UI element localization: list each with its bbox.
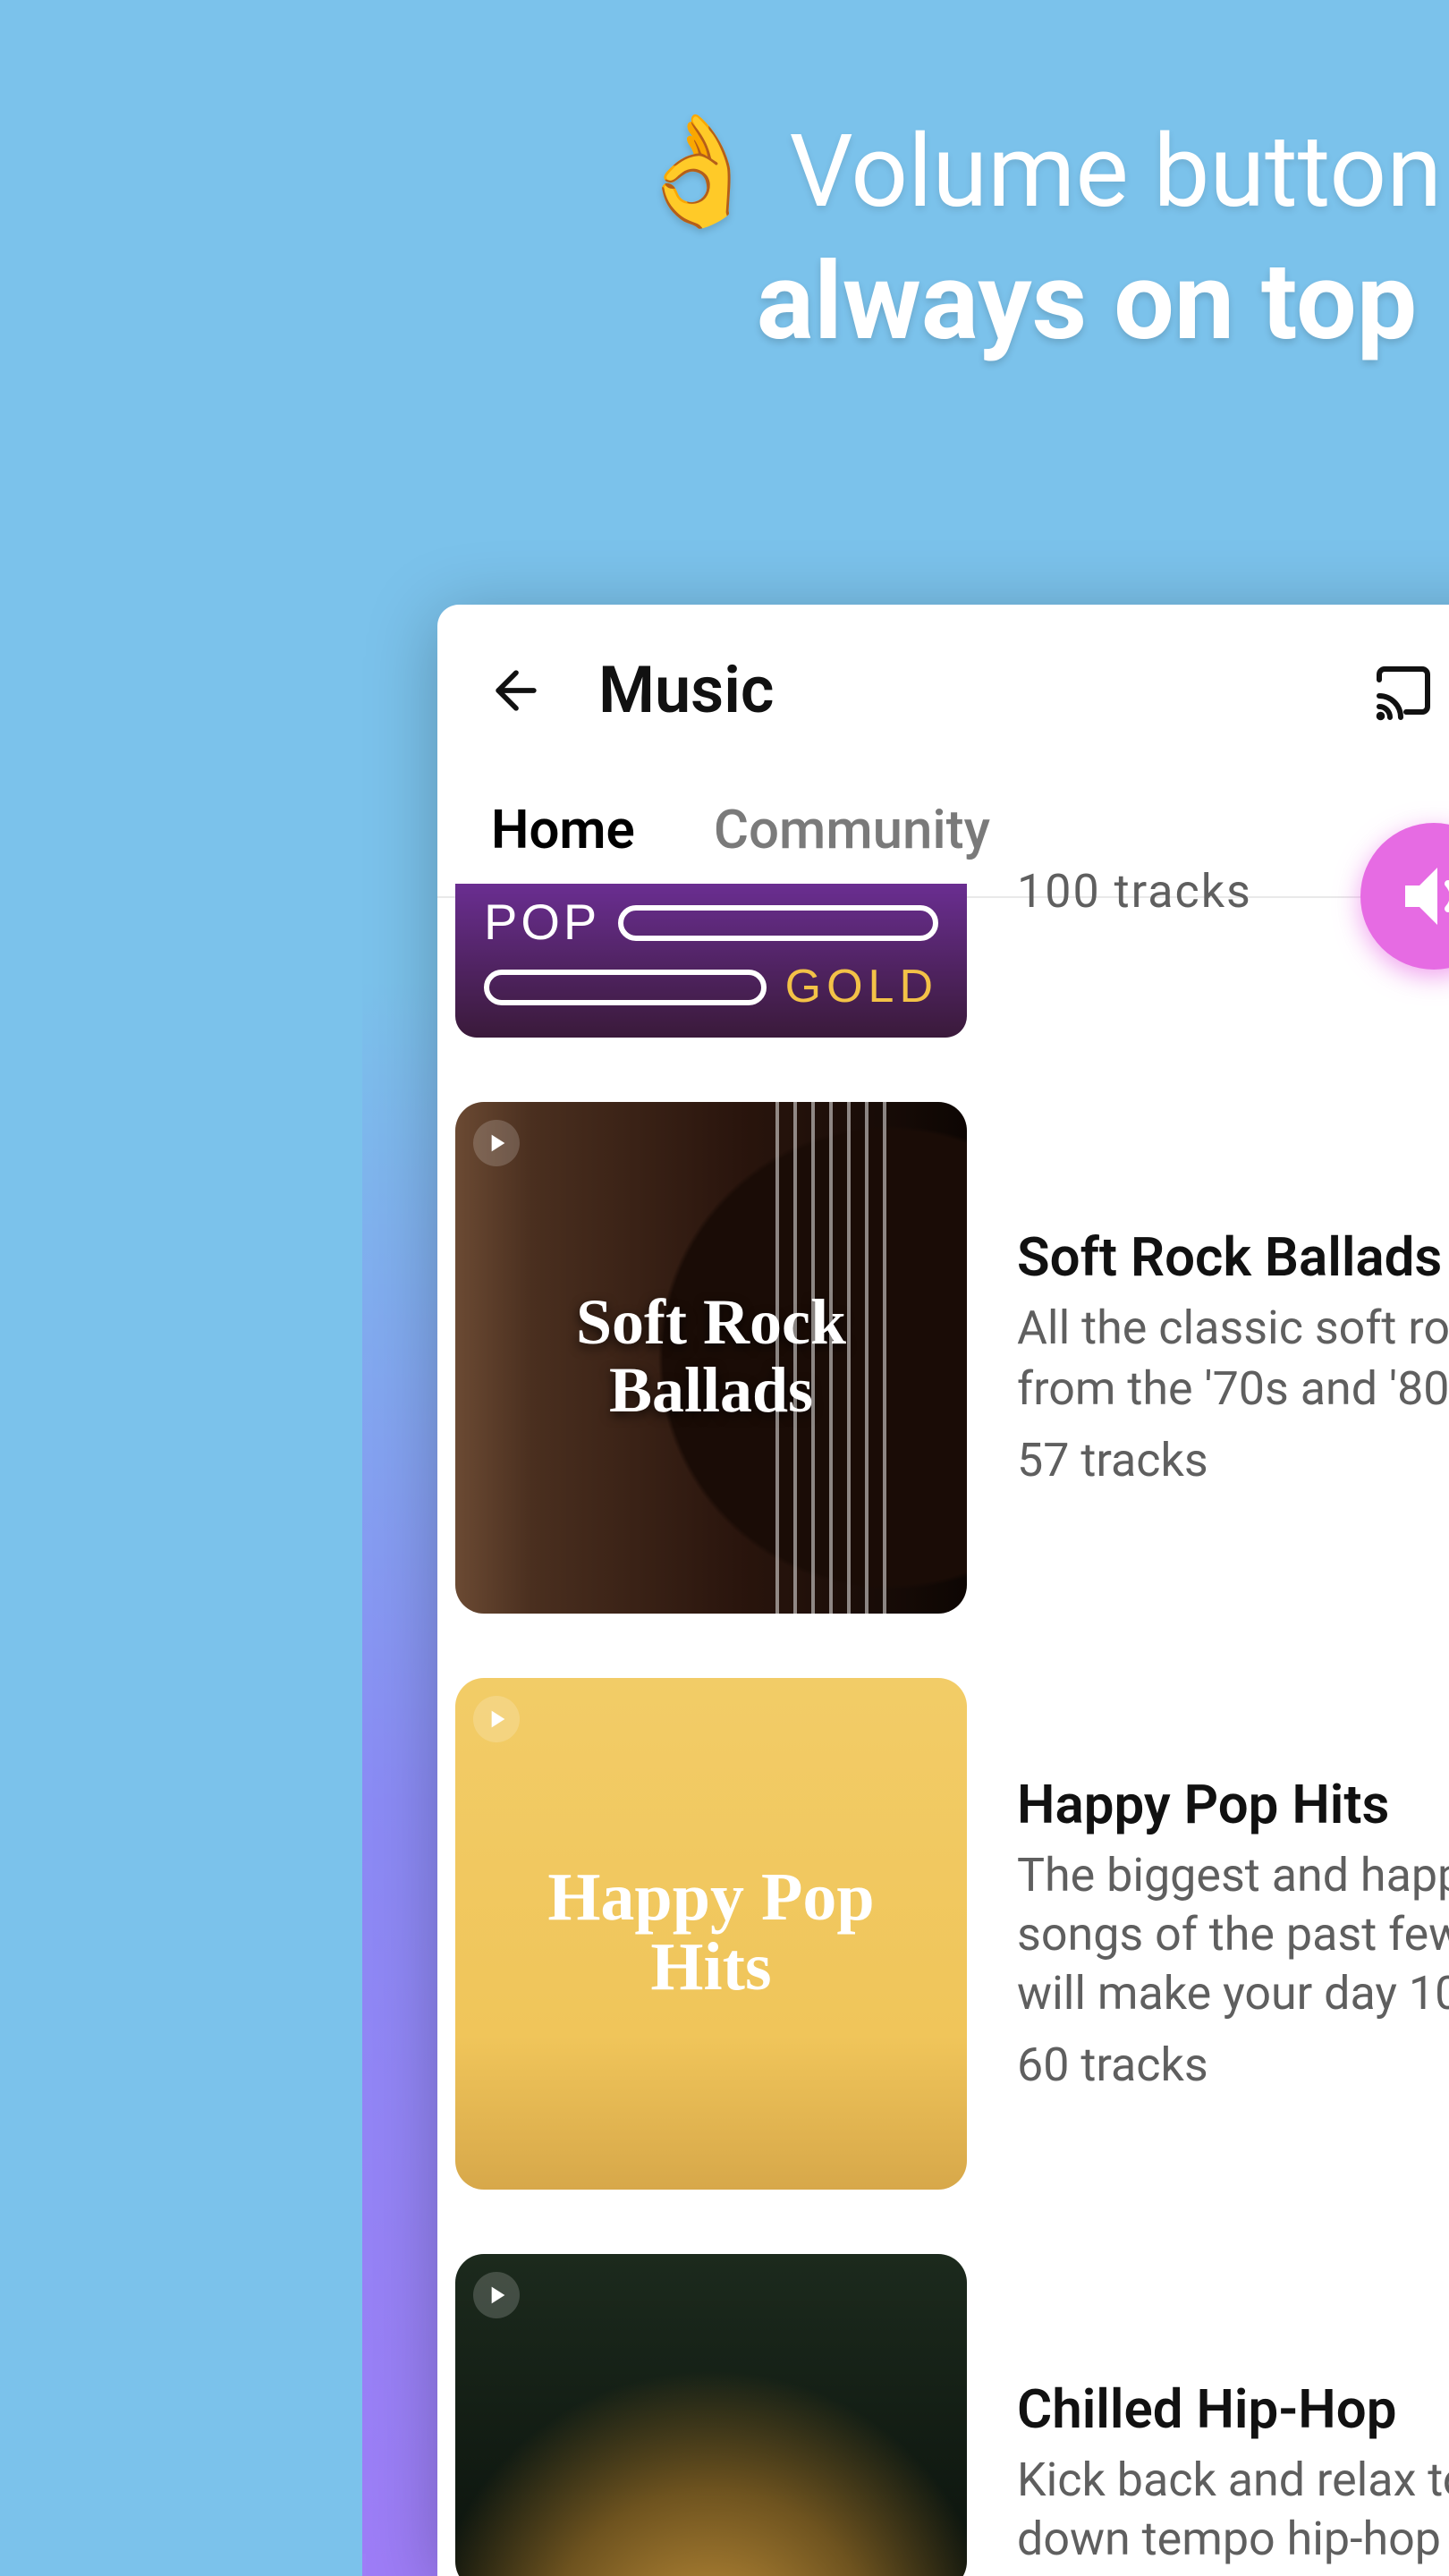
playlist-tracks: 60 tracks xyxy=(1017,2040,1449,2094)
playlist-cover-pop-gold[interactable]: POP GOLD xyxy=(455,884,967,1038)
playlist-row[interactable]: Chilled Hip-Hop Kick back and relax to t… xyxy=(455,2222,1449,2576)
play-badge-icon xyxy=(473,1120,520,1166)
playlist-tracks: 57 tracks xyxy=(1017,1435,1449,1488)
back-button[interactable] xyxy=(470,644,563,737)
app-screen: Music Home Community xyxy=(437,605,1449,2576)
app-bar: Music xyxy=(437,605,1449,776)
playlist-desc: Kick back and relax to these down tempo … xyxy=(1017,2453,1449,2572)
cover-text: POP xyxy=(484,894,600,952)
playlist-cover-soft-rock[interactable]: Soft Rock Ballads xyxy=(455,1102,967,1614)
playlist-cover-hiphop[interactable] xyxy=(455,2254,967,2576)
cast-button[interactable] xyxy=(1346,633,1449,748)
promo-line1: Volume button is xyxy=(789,112,1449,230)
cast-icon xyxy=(1371,658,1436,723)
playlist-name: Chilled Hip-Hop xyxy=(1017,2379,1449,2442)
promo-line2: always on top xyxy=(362,238,1449,365)
app-title: Music xyxy=(598,653,774,728)
decor-pill xyxy=(618,905,938,941)
cover-text: GOLD xyxy=(785,959,938,1014)
playlist-name: Happy Pop Hits xyxy=(1017,1774,1449,1836)
playlist-row[interactable]: Soft Rock Ballads Soft Rock Ballads All … xyxy=(455,1070,1449,1646)
play-badge-icon xyxy=(473,2272,520,2318)
playlist-row[interactable]: POP GOLD 100 tracks xyxy=(455,884,1449,1070)
cover-label: Happy Pop Hits xyxy=(547,1865,874,2004)
playlist-cover-happy-pop[interactable]: Happy Pop Hits xyxy=(455,1678,967,2190)
playlist-name: Soft Rock Ballads xyxy=(1017,1227,1449,1290)
play-badge-icon xyxy=(473,1696,520,1742)
volume-icon xyxy=(1391,853,1449,939)
playlist-row[interactable]: Happy Pop Hits Happy Pop Hits The bigges… xyxy=(455,1646,1449,2222)
playlist-desc: The biggest and happiest hit songs of th… xyxy=(1017,1847,1449,2026)
promo-heading: 👌 Volume button is always on top xyxy=(362,107,1449,365)
promo-frame: 👌 Volume button is always on top Music xyxy=(362,0,1449,2576)
cover-label: Soft Rock Ballads xyxy=(576,1290,846,1425)
tab-home[interactable]: Home xyxy=(491,782,635,896)
decor-pill xyxy=(484,969,767,1004)
playlist-desc: All the classic soft rock ballads from t… xyxy=(1017,1301,1449,1419)
ok-hand-emoji: 👌 xyxy=(631,107,764,234)
tab-community[interactable]: Community xyxy=(714,782,990,896)
arrow-left-icon xyxy=(486,660,547,721)
playlist-feed[interactable]: POP GOLD 100 tracks xyxy=(437,884,1449,2576)
